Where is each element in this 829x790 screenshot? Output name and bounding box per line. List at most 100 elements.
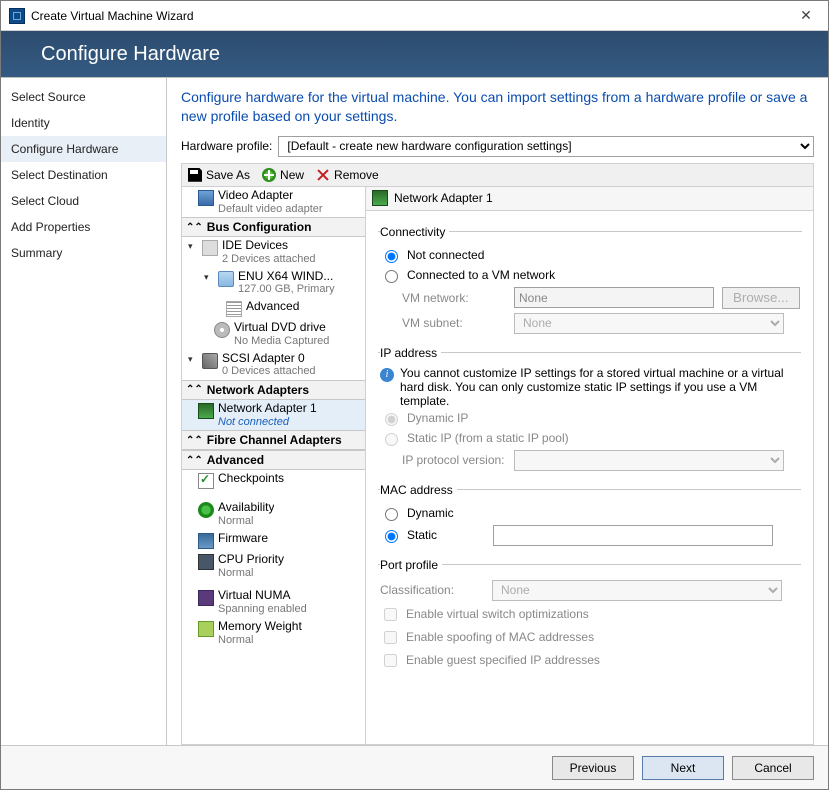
- tree-cat-bus[interactable]: ⌃⌃Bus Configuration: [182, 217, 365, 237]
- tree-nic-1[interactable]: Network Adapter 1Not connected: [182, 400, 365, 430]
- radio-dynamic-ip-label: Dynamic IP: [407, 411, 468, 425]
- save-icon: [188, 168, 202, 182]
- content-pane: Configure hardware for the virtual machi…: [167, 78, 828, 745]
- tree-dvd[interactable]: Virtual DVD driveNo Media Captured: [182, 319, 365, 349]
- wizard-body: Select Source Identity Configure Hardwar…: [1, 77, 828, 745]
- nic-icon: [198, 403, 214, 419]
- properties-icon: [226, 301, 242, 317]
- radio-mac-static[interactable]: [385, 530, 398, 543]
- nav-pane: Select Source Identity Configure Hardwar…: [1, 78, 167, 745]
- radio-dynamic-ip-row: Dynamic IP: [380, 408, 799, 428]
- radio-connected-vm[interactable]: [385, 270, 398, 283]
- radio-static-ip[interactable]: [385, 433, 398, 446]
- nav-identity[interactable]: Identity: [1, 110, 166, 136]
- tree-virtual-numa[interactable]: Virtual NUMASpanning enabled: [182, 581, 365, 617]
- nav-select-source[interactable]: Select Source: [1, 84, 166, 110]
- check-spoof[interactable]: [384, 631, 397, 644]
- collapse-icon: ⌃⌃: [186, 222, 203, 233]
- banner: Configure Hardware: [1, 31, 828, 77]
- connectivity-group: Connectivity Not connected Connected to …: [378, 225, 802, 340]
- detail-title-bar: Network Adapter 1: [366, 187, 813, 211]
- collapse-icon: ⌃⌃: [186, 455, 203, 466]
- expand-icon: ▾: [188, 239, 198, 252]
- radio-static-ip-row: Static IP (from a static IP pool): [380, 428, 799, 448]
- radio-not-connected[interactable]: [385, 250, 398, 263]
- check-guest-ip-row: Enable guest specified IP addresses: [380, 649, 799, 672]
- save-as-button[interactable]: Save As: [188, 168, 250, 182]
- expand-icon: ▾: [204, 270, 214, 283]
- check-guest-ip[interactable]: [384, 654, 397, 667]
- tree-availability[interactable]: AvailabilityNormal: [182, 491, 365, 529]
- mac-static-input[interactable]: [493, 525, 773, 546]
- vm-network-label: VM network:: [402, 291, 506, 305]
- tree-video-adapter[interactable]: Video AdapterDefault video adapter: [182, 187, 365, 217]
- close-button[interactable]: ✕: [784, 1, 828, 31]
- new-button[interactable]: New: [262, 168, 304, 182]
- radio-dynamic-ip[interactable]: [385, 413, 398, 426]
- footer: Previous Next Cancel: [1, 745, 828, 789]
- nav-select-cloud[interactable]: Select Cloud: [1, 188, 166, 214]
- cancel-button[interactable]: Cancel: [732, 756, 814, 780]
- expand-icon: ▾: [188, 352, 198, 365]
- memory-icon: [198, 621, 214, 637]
- nav-configure-hardware[interactable]: Configure Hardware: [1, 136, 166, 162]
- hardware-pane: Video AdapterDefault video adapter ⌃⌃Bus…: [181, 187, 814, 745]
- classification-label: Classification:: [380, 583, 484, 597]
- radio-connected-vm-label: Connected to a VM network: [407, 268, 555, 282]
- radio-not-connected-row: Not connected: [380, 245, 800, 265]
- ip-proto-select[interactable]: [514, 450, 784, 471]
- banner-title: Configure Hardware: [41, 43, 220, 66]
- detail-title: Network Adapter 1: [394, 191, 493, 205]
- tree-cpu-priority[interactable]: CPU PriorityNormal: [182, 551, 365, 581]
- check-spoof-row: Enable spoofing of MAC addresses: [380, 626, 799, 649]
- tree-enu-disk[interactable]: ▾ENU X64 WIND...127.00 GB, Primary: [182, 268, 365, 298]
- ip-group: IP address i You cannot customize IP set…: [378, 346, 801, 477]
- port-profile-legend: Port profile: [380, 558, 442, 572]
- remove-icon: [316, 168, 330, 182]
- hardware-profile-label: Hardware profile:: [181, 139, 272, 153]
- radio-mac-dynamic[interactable]: [385, 508, 398, 521]
- titlebar: Create Virtual Machine Wizard ✕: [1, 1, 828, 31]
- previous-button[interactable]: Previous: [552, 756, 634, 780]
- tree-memory-weight[interactable]: Memory WeightNormal: [182, 618, 365, 648]
- tree-checkpoints[interactable]: Checkpoints: [182, 470, 365, 491]
- nav-add-properties[interactable]: Add Properties: [1, 214, 166, 240]
- tree-firmware[interactable]: Firmware: [182, 530, 365, 551]
- tree-cat-fibre[interactable]: ⌃⌃Fibre Channel Adapters: [182, 430, 365, 450]
- collapse-icon: ⌃⌃: [186, 435, 203, 446]
- detail-body: Connectivity Not connected Connected to …: [366, 211, 813, 688]
- radio-static-ip-label: Static IP (from a static IP pool): [407, 431, 569, 445]
- check-switch-opt-label: Enable virtual switch optimizations: [406, 607, 589, 621]
- detail-pane: Network Adapter 1 Connectivity Not conne…: [366, 187, 813, 744]
- hardware-tree[interactable]: Video AdapterDefault video adapter ⌃⌃Bus…: [182, 187, 366, 744]
- check-switch-opt[interactable]: [384, 608, 397, 621]
- vm-subnet-row: VM subnet: None: [402, 311, 800, 336]
- tree-cat-advanced[interactable]: ⌃⌃Advanced: [182, 450, 365, 470]
- monitor-icon: [198, 190, 214, 206]
- radio-mac-dynamic-row: Dynamic: [380, 503, 799, 523]
- tree-ide-devices[interactable]: ▾IDE Devices2 Devices attached: [182, 237, 365, 267]
- classification-select[interactable]: None: [492, 580, 782, 601]
- mac-group: MAC address Dynamic Static: [378, 483, 801, 552]
- hardware-profile-row: Hardware profile: [Default - create new …: [181, 136, 814, 157]
- check-spoof-label: Enable spoofing of MAC addresses: [406, 630, 594, 644]
- next-button[interactable]: Next: [642, 756, 724, 780]
- harddisk-icon: [218, 271, 234, 287]
- tree-scsi[interactable]: ▾SCSI Adapter 00 Devices attached: [182, 350, 365, 380]
- tree-cat-network[interactable]: ⌃⌃Network Adapters: [182, 380, 365, 400]
- wizard-window: Create Virtual Machine Wizard ✕ Configur…: [0, 0, 829, 790]
- scsi-icon: [202, 353, 218, 369]
- nic-icon: [372, 190, 388, 206]
- availability-icon: [198, 502, 214, 518]
- tree-advanced-leaf[interactable]: Advanced: [182, 298, 365, 319]
- hw-toolbar: Save As New Remove: [181, 163, 814, 187]
- nav-summary[interactable]: Summary: [1, 240, 166, 266]
- browse-button[interactable]: Browse...: [722, 287, 800, 309]
- vm-network-input[interactable]: [514, 287, 714, 308]
- hardware-profile-select[interactable]: [Default - create new hardware configura…: [278, 136, 814, 157]
- ide-icon: [202, 240, 218, 256]
- vm-subnet-select[interactable]: None: [514, 313, 784, 334]
- radio-not-connected-label: Not connected: [407, 248, 484, 262]
- nav-select-destination[interactable]: Select Destination: [1, 162, 166, 188]
- remove-button[interactable]: Remove: [316, 168, 379, 182]
